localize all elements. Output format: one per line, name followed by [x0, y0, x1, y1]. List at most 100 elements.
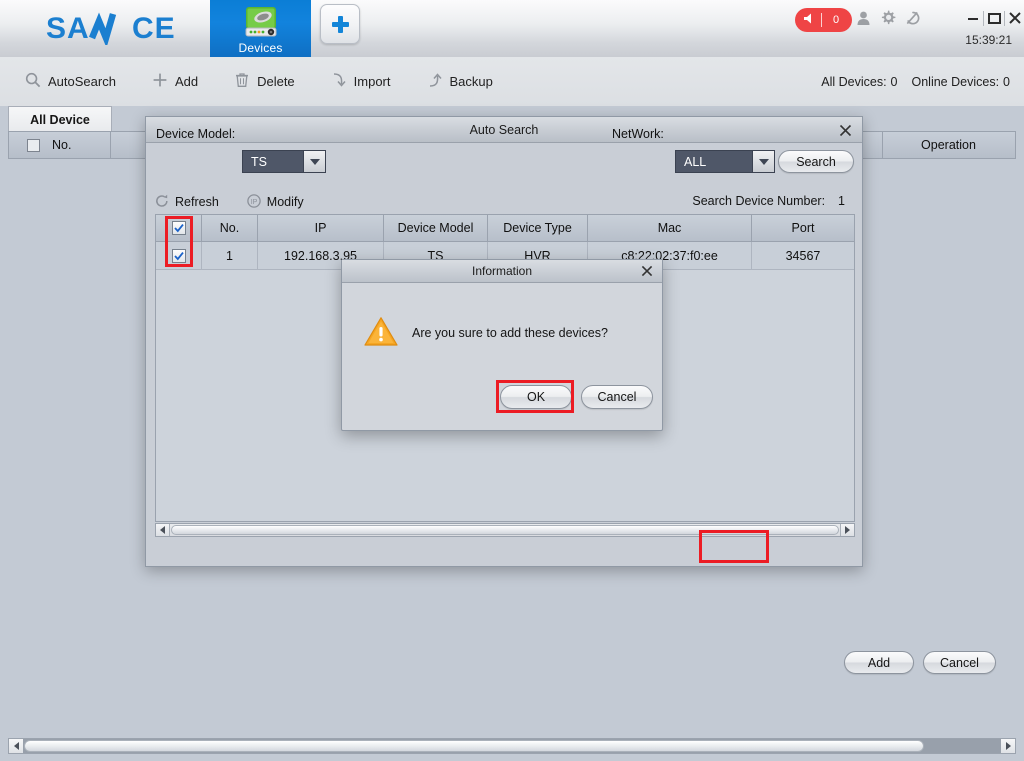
dialog-cancel-button[interactable]: Cancel — [923, 651, 996, 674]
toolbar-delete-label: Delete — [257, 74, 295, 89]
table-header-device-type: Device Type — [488, 215, 588, 241]
close-icon[interactable] — [639, 263, 655, 279]
svg-text:CE: CE — [132, 12, 176, 45]
toolbar-backup-label: Backup — [450, 74, 493, 89]
clock: 15:39:21 — [965, 33, 1012, 47]
volume-count: 0 — [822, 14, 852, 26]
page-horizontal-scrollbar[interactable] — [8, 738, 1016, 754]
scroll-left-icon[interactable] — [156, 524, 170, 536]
dialog-title-bar: Auto Search — [146, 117, 862, 143]
grid-header-operation: Operation — [883, 132, 1014, 159]
toolbar: AutoSearch Add — [0, 57, 1024, 107]
scroll-right-icon[interactable] — [840, 524, 854, 536]
toolbar-backup-button[interactable]: Backup — [422, 69, 498, 94]
network-select[interactable]: ALL — [675, 150, 775, 173]
information-ok-button[interactable]: OK — [500, 385, 572, 409]
dialog-action-row: Refresh IP Modify Search Device Number: … — [155, 189, 855, 215]
plus-icon — [332, 16, 349, 33]
toolbar-import-button[interactable]: Import — [326, 69, 396, 94]
toolbar-import-label: Import — [354, 74, 391, 89]
badge-divider — [821, 13, 822, 27]
dialog-add-button[interactable]: Add — [844, 651, 914, 674]
table-header-row: No. IP Device Model Device Type Mac Port — [156, 215, 854, 242]
select-all-checkbox[interactable] — [27, 139, 40, 152]
brand-logo: SA CE — [42, 8, 202, 48]
minimize-button[interactable] — [963, 8, 983, 28]
table-horizontal-scrollbar[interactable] — [155, 523, 855, 537]
select-all-checkbox[interactable] — [172, 221, 186, 235]
speaker-icon — [802, 12, 817, 28]
all-devices-label: All Devices: — [821, 75, 886, 89]
close-button[interactable] — [1005, 8, 1024, 28]
table-header-mac: Mac — [588, 215, 752, 241]
search-button[interactable]: Search — [778, 150, 854, 173]
search-device-number-label: Search Device Number: — [692, 194, 825, 208]
maximize-button[interactable] — [984, 8, 1004, 28]
grid-header-no-label: No. — [52, 138, 71, 152]
network-label: NetWork: — [612, 127, 664, 141]
toolbar-add-label: Add — [175, 74, 198, 89]
table-header-port: Port — [752, 215, 854, 241]
modify-button[interactable]: IP Modify — [247, 194, 304, 211]
information-cancel-button[interactable]: Cancel — [581, 385, 653, 409]
table-header-ip: IP — [258, 215, 384, 241]
speed-icon[interactable] — [905, 10, 921, 29]
online-devices-label: Online Devices: — [912, 75, 1000, 89]
all-devices-value: 0 — [891, 75, 898, 89]
online-devices-value: 0 — [1003, 75, 1010, 89]
scroll-track[interactable] — [23, 739, 1001, 753]
add-tab-button[interactable] — [320, 4, 360, 44]
toolbar-items: AutoSearch Add — [20, 57, 498, 106]
tab-devices[interactable]: Devices — [210, 0, 311, 57]
row-port: 34567 — [752, 242, 854, 269]
scroll-right-icon[interactable] — [1001, 739, 1015, 753]
search-device-number-value: 1 — [838, 194, 845, 208]
device-model-value: TS — [243, 155, 303, 169]
import-arrow-icon — [331, 72, 347, 91]
svg-text:SA: SA — [46, 12, 90, 45]
tab-devices-label: Devices — [238, 41, 282, 55]
table-header-no: No. — [202, 215, 258, 241]
device-recorder-icon — [244, 5, 278, 40]
search-device-number: Search Device Number: 1 — [692, 194, 845, 208]
refresh-button[interactable]: Refresh — [155, 194, 219, 211]
information-title-bar: Information — [342, 260, 662, 283]
toolbar-autosearch-button[interactable]: AutoSearch — [20, 69, 121, 94]
dialog-title: Auto Search — [470, 123, 539, 137]
scroll-thumb[interactable] — [24, 740, 924, 752]
plus-icon — [152, 72, 168, 91]
row-select-cell — [156, 242, 202, 269]
chevron-down-icon — [303, 151, 325, 172]
header-icon-group — [856, 10, 921, 29]
ip-modify-icon: IP — [247, 194, 261, 211]
scroll-left-icon[interactable] — [9, 739, 23, 753]
backup-arrow-icon — [427, 72, 443, 91]
device-model-label: Device Model: — [156, 127, 235, 141]
refresh-icon — [155, 194, 169, 211]
search-icon — [25, 72, 41, 91]
toolbar-autosearch-label: AutoSearch — [48, 74, 116, 89]
device-model-select[interactable]: TS — [242, 150, 326, 173]
gear-icon[interactable] — [880, 10, 896, 29]
refresh-label: Refresh — [175, 195, 219, 209]
scroll-thumb[interactable] — [171, 525, 839, 535]
toolbar-add-button[interactable]: Add — [147, 69, 203, 94]
information-dialog: Information Are you sure to add these de… — [341, 259, 663, 431]
modify-label: Modify — [267, 195, 304, 209]
title-bar: SA CE — [0, 0, 1024, 58]
user-icon[interactable] — [856, 10, 871, 29]
svg-text:IP: IP — [250, 199, 257, 206]
window-controls — [963, 8, 1024, 28]
volume-badge[interactable]: 0 — [795, 8, 852, 32]
row-no: 1 — [202, 242, 258, 269]
toolbar-delete-button[interactable]: Delete — [229, 69, 300, 94]
row-checkbox[interactable] — [172, 249, 186, 263]
trash-icon — [234, 72, 250, 91]
close-icon[interactable] — [836, 121, 854, 139]
warning-triangle-icon — [364, 316, 398, 350]
information-message: Are you sure to add these devices? — [412, 326, 608, 340]
table-header-select-all — [156, 215, 202, 241]
tab-all-device[interactable]: All Device — [8, 106, 112, 132]
device-counters: All Devices: 0 Online Devices: 0 — [821, 57, 1010, 106]
tab-all-device-label: All Device — [30, 113, 90, 127]
